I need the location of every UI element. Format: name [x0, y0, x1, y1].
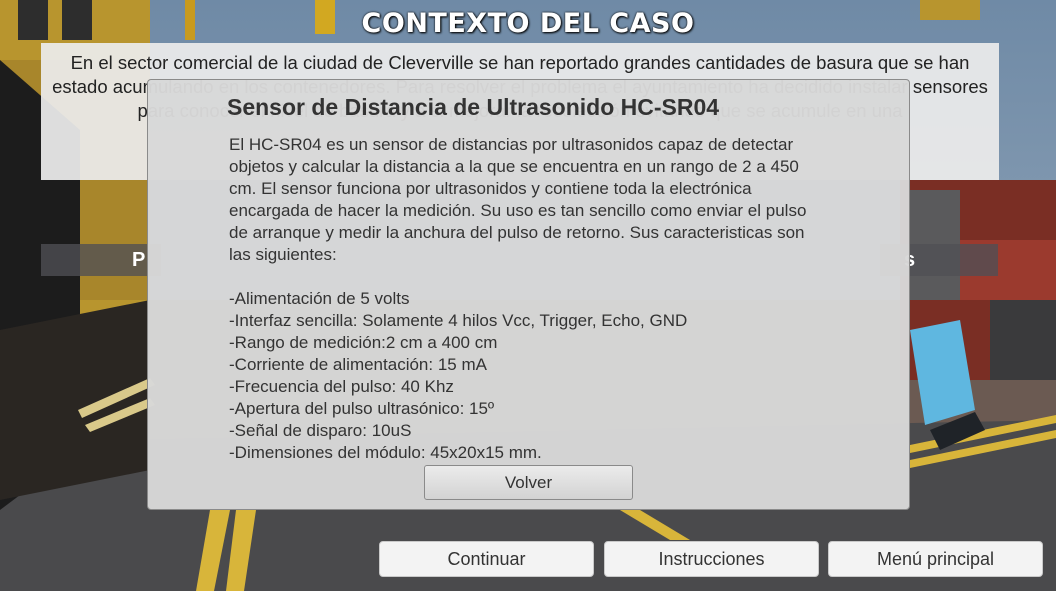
- sensor-spec-list: -Alimentación de 5 volts -Interfaz senci…: [229, 288, 829, 464]
- spec-item: -Apertura del pulso ultrasónico: 15º: [229, 399, 495, 418]
- continue-button[interactable]: Continuar: [379, 541, 594, 577]
- instructions-button[interactable]: Instrucciones: [604, 541, 819, 577]
- spec-item: -Frecuencia del pulso: 40 Khz: [229, 377, 454, 396]
- spec-item: -Rango de medición:2 cm a 400 cm: [229, 333, 498, 352]
- sensor-info-dialog: Sensor de Distancia de Ultrasonido HC-SR…: [147, 79, 910, 510]
- main-menu-button[interactable]: Menú principal: [828, 541, 1043, 577]
- back-button[interactable]: Volver: [424, 465, 633, 500]
- spec-item: -Señal de disparo: 10uS: [229, 421, 412, 440]
- spec-item: -Interfaz sencilla: Solamente 4 hilos Vc…: [229, 311, 688, 330]
- left-option-label: P: [41, 244, 161, 276]
- case-context-title: CONTEXTO DEL CASO: [361, 8, 695, 39]
- spec-item: -Corriente de alimentación: 15 mA: [229, 355, 487, 374]
- sensor-info-description: El HC-SR04 es un sensor de distancias po…: [229, 135, 807, 264]
- sensor-info-title: Sensor de Distancia de Ultrasonido HC-SR…: [227, 94, 720, 120]
- spec-item: -Dimensiones del módulo: 45x20x15 mm.: [229, 443, 542, 462]
- spec-item: -Alimentación de 5 volts: [229, 289, 410, 308]
